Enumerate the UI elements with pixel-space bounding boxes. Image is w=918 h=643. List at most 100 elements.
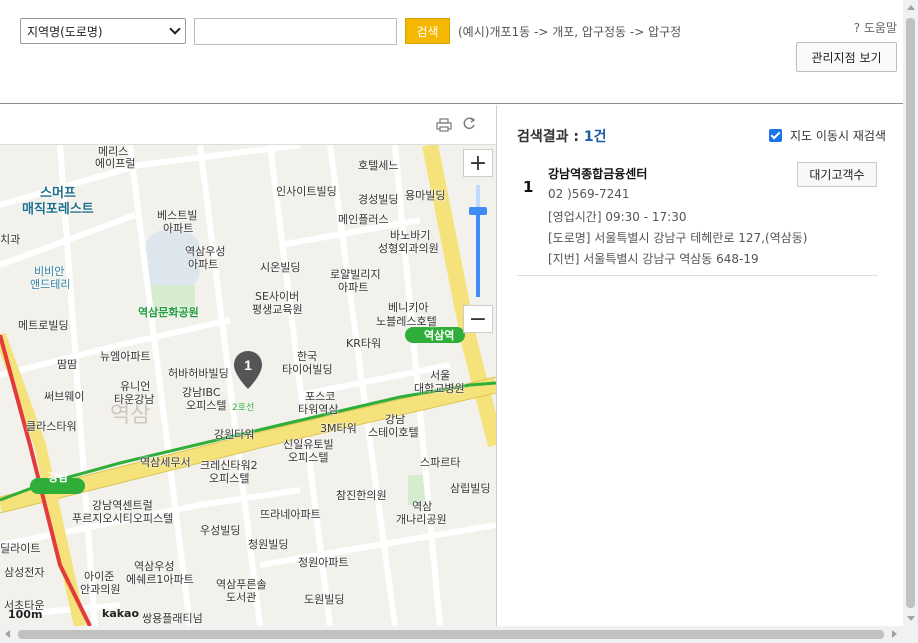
- map-label: 치과: [0, 233, 21, 246]
- scroll-right-icon[interactable]: [892, 630, 897, 638]
- map-label: 메트로빌딩: [18, 319, 69, 332]
- checkbox-checked-icon[interactable]: [769, 129, 782, 142]
- map-label: 도원빌딩: [304, 593, 345, 606]
- region-select[interactable]: 지역명(도로명): [20, 18, 186, 44]
- map-label: 크레신타워2: [200, 459, 258, 472]
- map-label: 포스코: [305, 390, 336, 403]
- map-label: 역삼세무서: [140, 456, 191, 469]
- result-name[interactable]: 강남역종합금융센터: [548, 165, 647, 182]
- map-label: 정원아파트: [298, 556, 349, 569]
- refresh-icon[interactable]: [461, 116, 477, 132]
- map-toolbar: [0, 105, 496, 145]
- map-label: 시온빌딩: [260, 261, 301, 274]
- map-label-district: 역삼: [110, 403, 151, 428]
- map-label: 신일유토빌: [283, 438, 334, 451]
- map-label: 베니키아: [388, 301, 429, 314]
- zoom-control: + −: [463, 149, 493, 339]
- vertical-scroll-thumb[interactable]: [906, 18, 915, 608]
- map-label: 성형외과의원: [378, 242, 439, 255]
- map-label: 써브웨이: [44, 390, 85, 403]
- recheck-on-move-toggle[interactable]: 지도 이동시 재검색: [769, 127, 886, 144]
- map-label: 용마빌딩: [405, 189, 446, 202]
- map-label: 아이준: [84, 570, 115, 583]
- map-label: 오피스텔: [186, 399, 227, 412]
- waiting-customers-button[interactable]: 대기고객수: [797, 162, 877, 187]
- map-label: 평생교육원: [252, 303, 303, 316]
- view-branches-button[interactable]: 관리지점 보기: [796, 42, 897, 72]
- results-count: 1건: [583, 129, 607, 145]
- zoom-in-button[interactable]: +: [463, 149, 493, 177]
- chevron-down-icon: [169, 23, 181, 35]
- map-label: 스파르타: [420, 456, 461, 469]
- map-label: 강남IBC: [182, 386, 221, 399]
- search-input[interactable]: [194, 18, 397, 45]
- map-label: 타이어빌딩: [282, 363, 333, 376]
- map-label: 쌍용플래티넘: [142, 612, 203, 625]
- map-label: 땀땀: [57, 358, 78, 371]
- map-label: 안과의원: [80, 583, 121, 596]
- map-label: 베스트빌: [157, 209, 198, 222]
- map-label: 뜨라네아파트: [260, 508, 321, 521]
- map-label: 삼립빌딩: [450, 482, 491, 495]
- map-label-station: 강남: [48, 471, 69, 484]
- results-title: 검색결과 : 1건: [517, 129, 607, 145]
- zoom-out-button[interactable]: −: [463, 305, 493, 333]
- map-label: 서울: [430, 369, 451, 382]
- result-road-address: [도로명] 서울특별시 강남구 테헤란로 127,(역삼동): [548, 231, 808, 245]
- map-label-subway-line: 2호선: [232, 403, 255, 413]
- map-label: 아파트: [163, 222, 194, 235]
- map-label: 강남역센트럴: [92, 499, 153, 512]
- map-view[interactable]: 메리스 에이프럴 스머프 매직포레스트 치과 베스트빌 아파트 역삼우성 아파트…: [0, 145, 496, 626]
- search-example-hint: (예시)개포1동 -> 개포, 압구정동 -> 압구정: [458, 25, 682, 39]
- map-label: 스테이호텔: [368, 426, 419, 439]
- map-label: 메인플러스: [338, 213, 389, 226]
- map-label: 스머프: [40, 186, 76, 201]
- map-label: 강남: [385, 413, 406, 426]
- result-hours: [영업시간] 09:30 - 17:30: [548, 210, 687, 224]
- map-label: 역삼푸른솔: [216, 578, 267, 591]
- horizontal-scrollbar[interactable]: [0, 626, 918, 643]
- zoom-slider-handle[interactable]: [469, 207, 487, 215]
- print-icon[interactable]: [436, 118, 452, 132]
- map-label: 청원빌딩: [248, 538, 289, 551]
- help-link[interactable]: ? 도움말: [854, 19, 897, 36]
- map-label: 한국: [297, 350, 318, 363]
- map-label: 역삼: [412, 500, 433, 513]
- results-panel: 검색결과 : 1건 지도 이동시 재검색 1 강남역종합금융센터 02 )569…: [496, 105, 903, 626]
- map-label: 타워역삼: [298, 403, 339, 416]
- map-label: 역삼우성: [134, 560, 175, 573]
- map-label: 역삼우성: [185, 245, 226, 258]
- map-label: 뉴엠아파트: [100, 350, 151, 363]
- map-label: 인사이트빌딩: [276, 185, 337, 198]
- map-label: 로얄빌리지: [330, 268, 381, 281]
- map-label: 우성빌딩: [200, 524, 241, 537]
- map-label: KR타워: [346, 337, 382, 350]
- map-label: 매직포레스트: [22, 202, 94, 217]
- vertical-scrollbar[interactable]: [903, 0, 918, 626]
- map-label: 오피스텔: [288, 451, 329, 464]
- zoom-level-fill: [476, 211, 480, 297]
- scroll-down-icon[interactable]: [907, 616, 915, 621]
- scroll-left-icon[interactable]: [5, 630, 10, 638]
- scroll-up-icon[interactable]: [907, 5, 915, 10]
- map-label: 에이프럴: [95, 157, 136, 170]
- result-phone: 02 )569-7241: [548, 187, 630, 201]
- location-marker-icon[interactable]: 1: [233, 350, 263, 390]
- map-label-station: 역삼역: [424, 329, 455, 342]
- map-label: 3M타워: [320, 422, 357, 435]
- map-label: 역삼문화공원: [138, 306, 199, 319]
- result-item[interactable]: 1 강남역종합금융센터 02 )569-7241 [영업시간] 09:30 - …: [517, 160, 878, 276]
- result-lot-address: [지번] 서울특별시 강남구 역삼동 648-19: [548, 252, 759, 266]
- map-scale: 100m: [8, 608, 43, 621]
- map-label: 도서관: [226, 591, 257, 604]
- map-label: 딜라이트: [0, 542, 41, 555]
- map-label: SE사이버: [255, 290, 300, 303]
- map-label: 에쉐르1아파트: [126, 573, 194, 586]
- horizontal-scroll-thumb[interactable]: [18, 630, 884, 639]
- map-provider-logo: kakao: [102, 607, 140, 620]
- map-label: 호텔세느: [358, 159, 399, 172]
- map-label: 아파트: [188, 258, 219, 271]
- search-button[interactable]: 검색: [405, 18, 450, 44]
- map-label: 참진한의원: [336, 489, 387, 502]
- map-label: 삼성전자: [4, 566, 45, 579]
